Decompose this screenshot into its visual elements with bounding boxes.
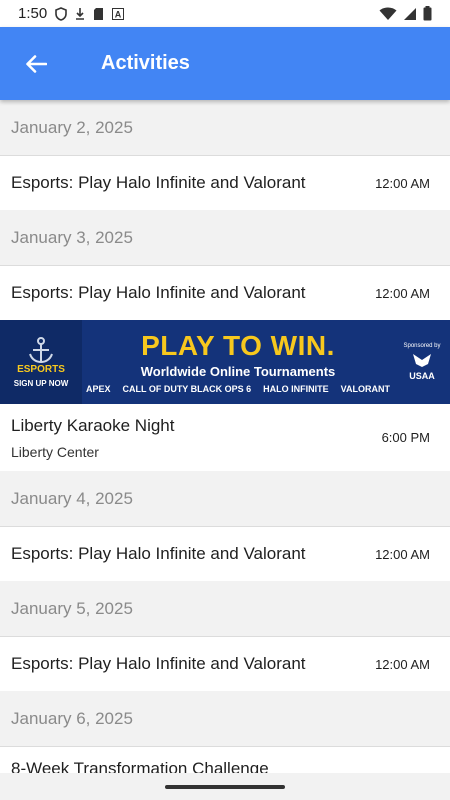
game-logo: CALL OF DUTY BLACK OPS 6 bbox=[122, 384, 252, 394]
list-item[interactable]: Esports: Play Halo Infinite and Valorant… bbox=[0, 266, 450, 320]
event-title: Esports: Play Halo Infinite and Valorant bbox=[11, 544, 306, 563]
anchor-icon bbox=[29, 337, 53, 364]
font-icon: A bbox=[112, 7, 125, 20]
esports-logo: ESPORTS SIGN UP NOW bbox=[0, 320, 82, 404]
event-location: Liberty Center bbox=[11, 443, 99, 460]
back-button[interactable] bbox=[16, 44, 56, 84]
event-time: 12:00 AM bbox=[375, 546, 430, 562]
game-logo: HALO INFINITE bbox=[263, 384, 329, 394]
page-title: Activities bbox=[101, 52, 190, 74]
list-item[interactable]: Esports: Play Halo Infinite and Valorant… bbox=[0, 527, 450, 581]
logo-text: ESPORTS bbox=[17, 364, 65, 375]
banner-main: PLAY TO WIN. Worldwide Online Tournament… bbox=[82, 330, 394, 394]
sd-card-icon bbox=[94, 7, 104, 20]
signup-text: SIGN UP NOW bbox=[13, 379, 69, 388]
activities-list[interactable]: January 2, 2025 Esports: Play Halo Infin… bbox=[0, 100, 450, 773]
event-title: Esports: Play Halo Infinite and Valorant bbox=[11, 283, 306, 302]
sponsor-label: Sponsored by bbox=[403, 343, 441, 349]
banner-games: APEX CALL OF DUTY BLACK OPS 6 HALO INFIN… bbox=[86, 384, 390, 394]
status-right bbox=[379, 6, 432, 21]
list-item[interactable]: Liberty Karaoke Night Liberty Center 6:0… bbox=[0, 404, 450, 471]
banner-subheadline: Worldwide Online Tournaments bbox=[140, 364, 336, 379]
date-header: January 4, 2025 bbox=[0, 471, 450, 527]
event-title: Liberty Karaoke Night bbox=[11, 415, 175, 435]
esports-banner[interactable]: ESPORTS SIGN UP NOW PLAY TO WIN. Worldwi… bbox=[0, 320, 450, 404]
event-time: 12:00 AM bbox=[375, 656, 430, 672]
wifi-icon bbox=[379, 7, 397, 20]
shield-icon bbox=[55, 6, 68, 21]
eagle-icon bbox=[413, 354, 431, 367]
date-header: January 2, 2025 bbox=[0, 100, 450, 156]
status-bar: 1:50 A bbox=[0, 0, 450, 27]
event-title: Esports: Play Halo Infinite and Valorant bbox=[11, 654, 306, 673]
arrow-left-icon bbox=[26, 54, 47, 73]
sponsor-block: Sponsored by USAA bbox=[394, 320, 450, 404]
status-left: 1:50 A bbox=[18, 5, 125, 22]
event-time: 6:00 PM bbox=[381, 430, 430, 445]
event-time: 12:00 AM bbox=[375, 175, 430, 191]
banner-headline: PLAY TO WIN. bbox=[141, 330, 335, 361]
sponsor-name: USAA bbox=[409, 371, 435, 381]
event-time: 12:00 AM bbox=[375, 285, 430, 301]
home-indicator[interactable] bbox=[165, 784, 285, 789]
app-bar: Activities bbox=[0, 27, 450, 100]
event-text: Liberty Karaoke Night Liberty Center bbox=[11, 416, 174, 460]
gesture-nav-bar bbox=[0, 773, 450, 800]
status-time: 1:50 bbox=[18, 5, 48, 22]
list-item[interactable]: 8-Week Transformation Challenge bbox=[0, 747, 450, 773]
date-header: January 5, 2025 bbox=[0, 581, 450, 637]
event-title: Esports: Play Halo Infinite and Valorant bbox=[11, 173, 306, 192]
event-title: 8-Week Transformation Challenge bbox=[11, 759, 269, 773]
list-item[interactable]: Esports: Play Halo Infinite and Valorant… bbox=[0, 156, 450, 210]
battery-icon bbox=[423, 6, 432, 21]
svg-text:A: A bbox=[115, 9, 122, 19]
date-header: January 6, 2025 bbox=[0, 691, 450, 747]
date-header: January 3, 2025 bbox=[0, 210, 450, 266]
game-logo: VALORANT bbox=[340, 384, 391, 394]
game-logo: APEX bbox=[85, 384, 111, 394]
list-item[interactable]: Esports: Play Halo Infinite and Valorant… bbox=[0, 637, 450, 691]
download-icon bbox=[76, 7, 85, 20]
signal-icon bbox=[404, 7, 416, 20]
